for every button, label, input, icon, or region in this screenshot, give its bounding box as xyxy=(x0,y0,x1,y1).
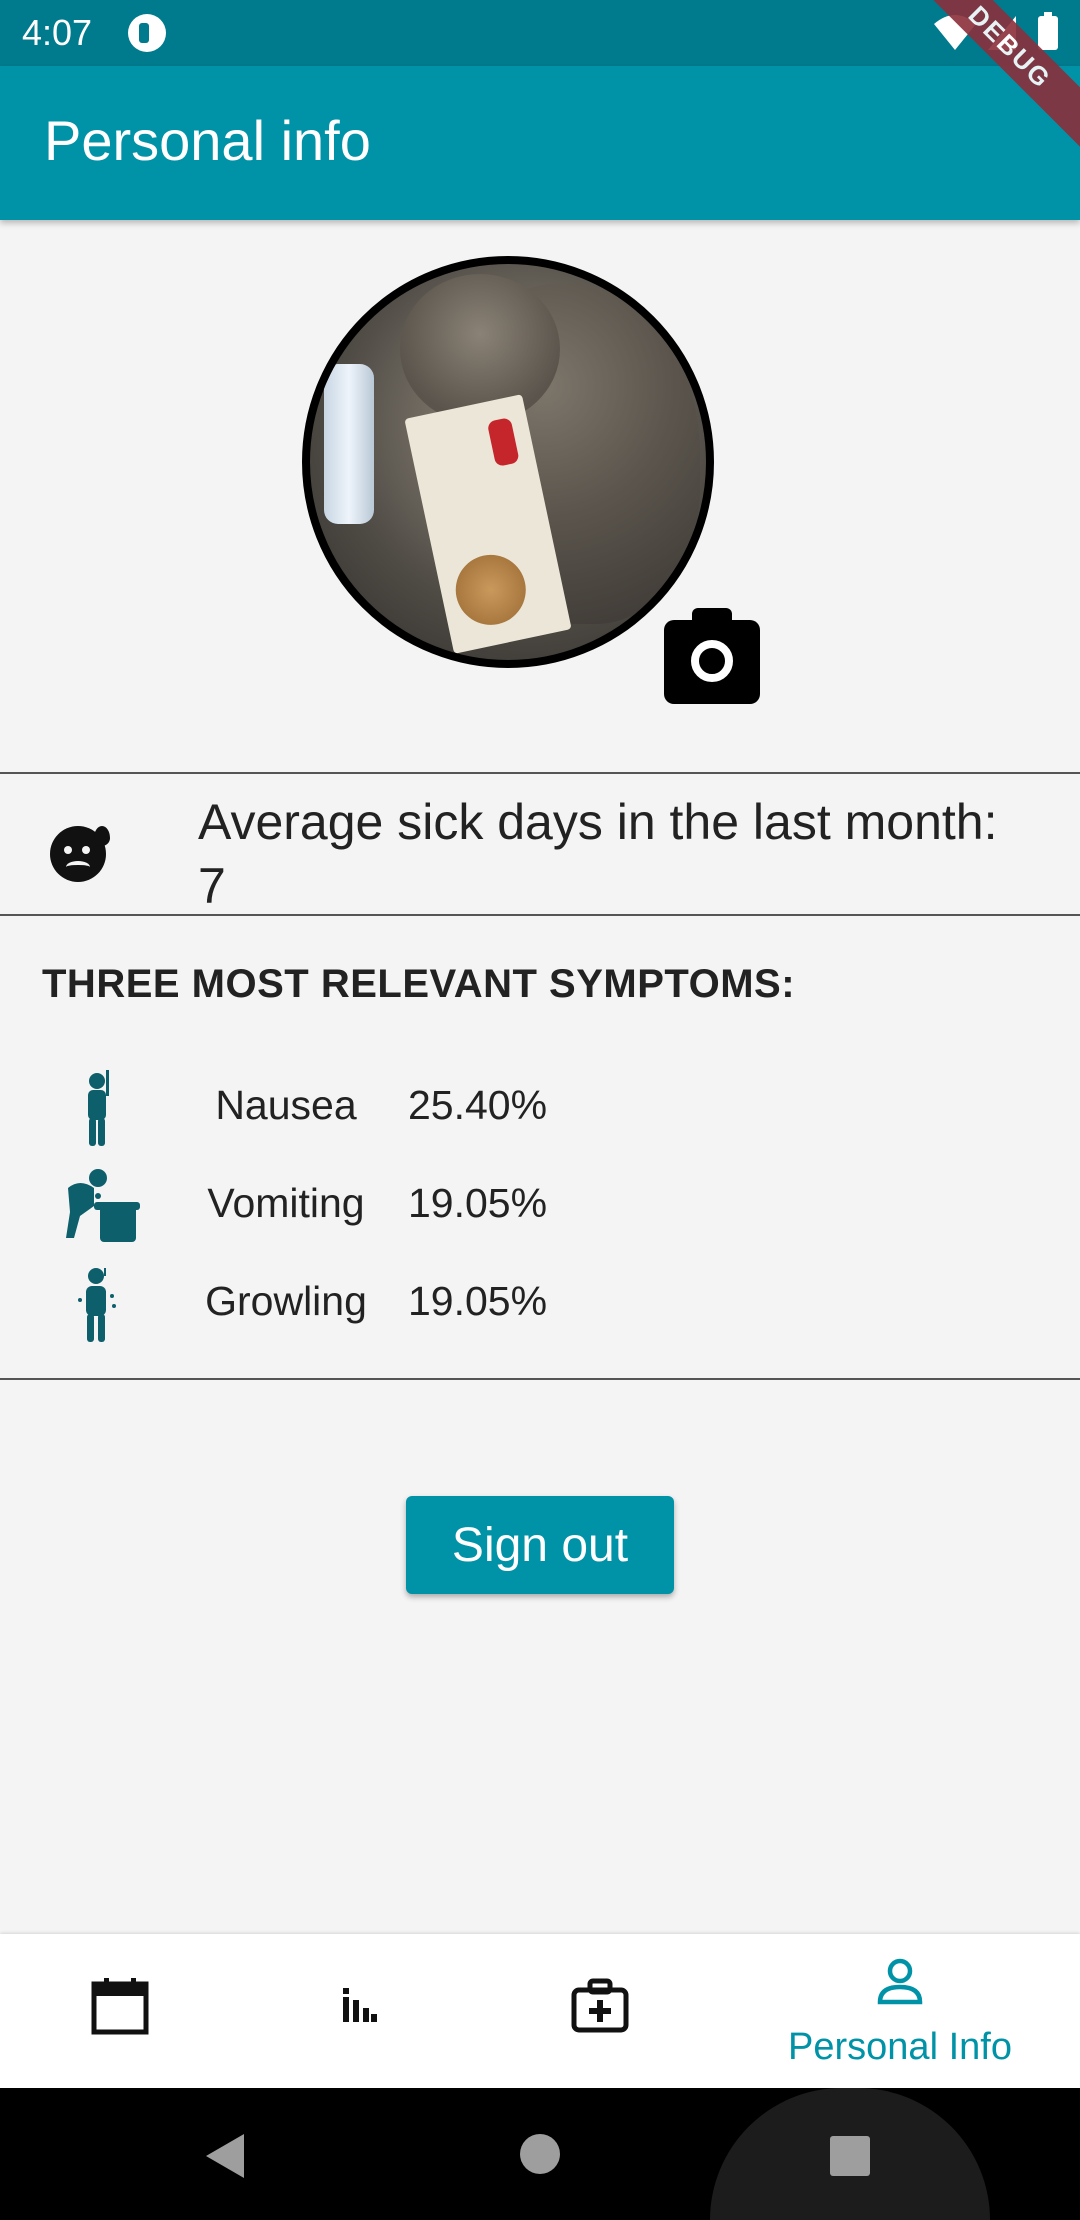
nausea-person-icon xyxy=(88,1070,109,1146)
symptom-row: Vomiting 19.05% xyxy=(0,1166,1080,1246)
back-icon[interactable] xyxy=(206,2134,244,2178)
divider xyxy=(0,1378,1080,1380)
recents-icon[interactable] xyxy=(830,2136,870,2176)
symptom-percent: 19.05% xyxy=(408,1180,548,1226)
bar-chart-icon xyxy=(343,1988,377,2022)
app-bar: Personal info xyxy=(0,66,1080,220)
avatar-photo-cat-head xyxy=(400,274,560,424)
nav-item-personal-info[interactable]: Personal Info xyxy=(720,1934,1080,2088)
divider xyxy=(0,914,1080,916)
sick-days-text: Average sick days in the last month: 7 xyxy=(198,794,998,914)
divider xyxy=(0,772,1080,774)
app-notification-icon xyxy=(128,14,166,52)
status-time: 4:07 xyxy=(22,12,93,53)
system-navigation-bar xyxy=(0,2088,1080,2220)
camera-icon[interactable] xyxy=(664,608,760,704)
symptom-name: Vomiting xyxy=(207,1180,365,1226)
nav-item-calendar[interactable] xyxy=(0,1934,240,2088)
symptom-percent: 25.40% xyxy=(408,1082,548,1128)
bottom-navigation: Personal Info xyxy=(0,1934,1080,2088)
avatar-photo-bottle xyxy=(324,364,374,524)
home-icon[interactable] xyxy=(520,2134,560,2174)
person-icon xyxy=(877,1958,923,2005)
nav-item-statistics[interactable] xyxy=(240,1934,480,2088)
symptom-name: Growling xyxy=(205,1278,367,1324)
nav-item-medical[interactable] xyxy=(480,1934,720,2088)
growling-stomach-icon xyxy=(78,1268,116,1342)
status-bar: 4:07 xyxy=(0,0,1080,66)
medical-kit-icon xyxy=(571,1978,629,2033)
sweat-drop-icon xyxy=(94,826,110,846)
symptom-name: Nausea xyxy=(215,1082,357,1128)
calendar-icon xyxy=(91,1978,149,2035)
battery-icon xyxy=(1038,12,1058,50)
screen: 4:07 DEBUG Personal info Average sick da… xyxy=(0,0,1080,2220)
vomiting-person-icon xyxy=(66,1169,140,1242)
page-title: Personal info xyxy=(44,109,371,172)
sign-out-button[interactable]: Sign out xyxy=(406,1496,674,1594)
profile-avatar xyxy=(302,256,714,668)
symptoms-heading: THREE MOST RELEVANT SYMPTOMS: xyxy=(42,962,796,1006)
nav-label-personal-info: Personal Info xyxy=(788,2026,1012,2068)
symptom-row: Growling 19.05% xyxy=(0,1264,1080,1344)
symptom-percent: 19.05% xyxy=(408,1278,548,1324)
symptom-row: Nausea 25.40% xyxy=(0,1068,1080,1148)
